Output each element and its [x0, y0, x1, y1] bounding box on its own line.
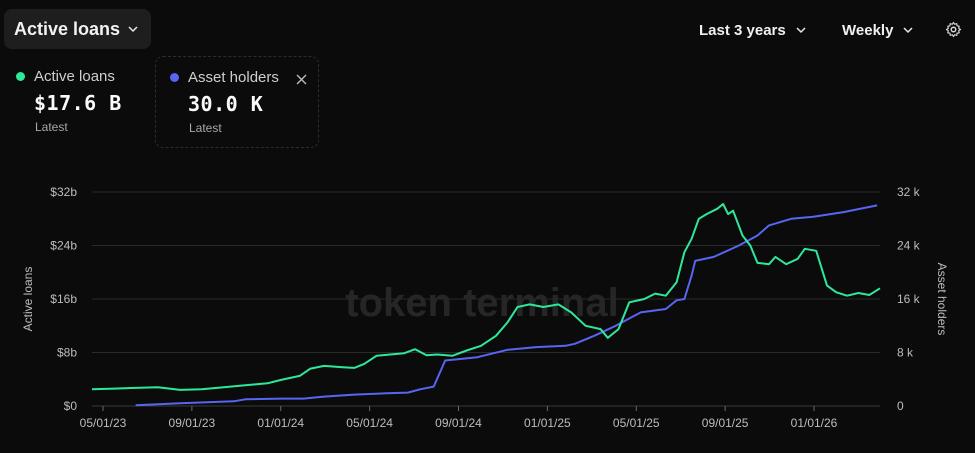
y-right-tick-label: 24 k: [897, 239, 921, 253]
y-axis-right-ticks: 0 8 k 16 k 24 k 32 k: [897, 185, 921, 413]
y-right-tick-label: 0: [897, 399, 904, 413]
x-tick-label: 01/01/26: [791, 416, 838, 430]
x-tick-label: 01/01/25: [524, 416, 571, 430]
x-tick-label: 05/01/25: [613, 416, 660, 430]
y-axis-right-title: Asset holders: [935, 263, 949, 336]
y-left-tick-label: $32b: [50, 185, 77, 199]
y-right-tick-label: 16 k: [897, 292, 921, 306]
y-left-tick-label: $0: [64, 399, 78, 413]
y-axis-left-title: Active loans: [21, 267, 35, 332]
line-chart[interactable]: token terminal $0$8b$16b$24b$32b 08 k16 …: [0, 0, 975, 453]
x-tick-label: 01/01/24: [257, 416, 304, 430]
x-tick-label: 05/01/23: [80, 416, 127, 430]
y-left-tick-label: $24b: [50, 239, 77, 253]
y-left-tick-label: $8b: [57, 346, 77, 360]
x-axis-ticks: 05/01/23 09/01/23 01/01/24 05/01/24 09/01/24…: [80, 406, 838, 430]
x-tick-label: 05/01/24: [346, 416, 393, 430]
y-left-tick-label: $16b: [50, 292, 77, 306]
x-tick-label: 09/01/23: [169, 416, 216, 430]
y-axis-left-ticks: $0 $8b $16b $24b $32b: [50, 185, 77, 413]
y-right-tick-label: 32 k: [897, 185, 921, 199]
x-tick-label: 09/01/25: [702, 416, 749, 430]
y-right-tick-label: 8 k: [897, 346, 914, 360]
x-tick-label: 09/01/24: [435, 416, 482, 430]
